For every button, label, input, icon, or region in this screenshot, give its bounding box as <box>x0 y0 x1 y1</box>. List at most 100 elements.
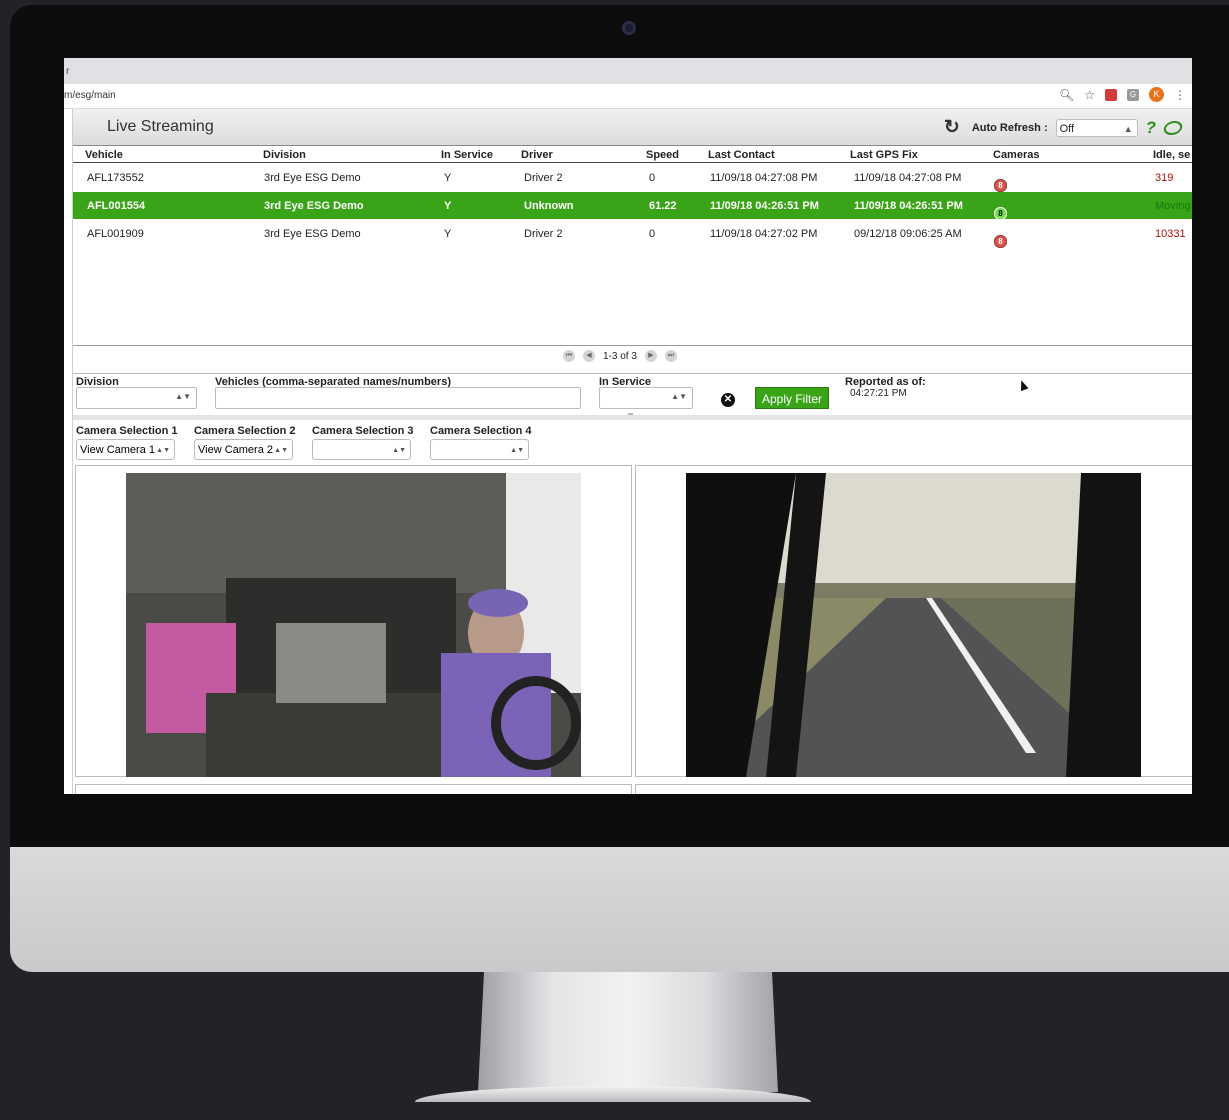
division-select[interactable]: ▲▼ <box>76 387 197 409</box>
app-header: Live Streaming ↻ Auto Refresh : Off ▲ ? <box>73 109 1192 146</box>
pager-label: 1-3 of 3 <box>603 350 637 362</box>
auto-refresh-select[interactable]: Off ▲ <box>1055 118 1138 137</box>
browser-tab-bar: r <box>64 58 1192 84</box>
cell-division: 3rd Eye ESG Demo <box>264 228 361 240</box>
column-header[interactable]: In Service <box>441 149 493 161</box>
cell-speed: 0 <box>649 228 656 240</box>
camera-selection-label: Camera Selection 1 <box>76 425 178 437</box>
profile-avatar[interactable]: K <box>1149 87 1164 102</box>
camera-panel-3 <box>75 784 632 794</box>
last-page-icon[interactable]: ⏭ <box>664 350 677 362</box>
camera-panel-2 <box>635 465 1192 777</box>
cell-speed: 61.22 <box>649 200 677 212</box>
camera-select-value: View Camera 1 <box>80 444 155 456</box>
camera-status-icon[interactable]: 8 <box>994 179 1007 192</box>
cell-idle: 319 <box>1155 172 1174 184</box>
camera-status-icon[interactable]: 8 <box>994 207 1007 220</box>
cell-last-contact: 11/09/18 04:27:08 PM <box>710 172 818 184</box>
select-arrows-icon: ▲▼ <box>156 447 170 454</box>
splitter-grip-icon[interactable]: ═ <box>628 411 633 418</box>
chat-icon[interactable] <box>1162 120 1184 135</box>
cell-speed: 0 <box>649 172 656 184</box>
camera-selection-4: Camera Selection 4 ▲▼ <box>430 425 532 460</box>
column-header[interactable]: Idle, se <box>1153 149 1190 161</box>
cell-last-contact: 11/09/18 04:26:51 PM <box>710 200 819 212</box>
star-icon[interactable]: ☆ <box>1084 88 1095 102</box>
cell-division: 3rd Eye ESG Demo <box>264 172 361 184</box>
column-header[interactable]: Last Contact <box>708 149 775 161</box>
cell-driver: Driver 2 <box>524 228 563 240</box>
apply-filter-button[interactable]: Apply Filter <box>755 387 829 409</box>
camera-selection-label: Camera Selection 3 <box>312 425 414 437</box>
camera-select[interactable]: View Camera 1 ▲▼ <box>76 439 175 460</box>
in-service-select[interactable]: ▲▼ <box>599 387 693 409</box>
column-header[interactable]: Division <box>263 149 306 161</box>
monitor-stand <box>478 972 778 1092</box>
help-icon[interactable]: ? <box>1146 118 1156 138</box>
camera-select-value: View Camera 2 <box>198 444 273 456</box>
zoom-icon[interactable]: 🔍︎ <box>1059 88 1074 102</box>
camera-selection-1: Camera Selection 1 View Camera 1 ▲▼ <box>76 425 178 460</box>
camera-selection-2: Camera Selection 2 View Camera 2 ▲▼ <box>194 425 296 460</box>
cell-driver: Driver 2 <box>524 172 563 184</box>
camera-status-icon[interactable]: 8 <box>994 235 1007 248</box>
first-page-icon[interactable]: ⏮ <box>563 350 575 362</box>
auto-refresh-label: Auto Refresh : <box>971 121 1048 134</box>
camera-panel-1 <box>75 465 632 777</box>
cell-vehicle: AFL173552 <box>87 172 144 184</box>
monitor-chin <box>10 847 1229 972</box>
vehicles-input[interactable] <box>215 387 581 409</box>
camera-panel-4 <box>635 784 1192 794</box>
cell-in-service: Y <box>444 172 452 184</box>
auto-refresh-value: Off <box>1059 122 1075 135</box>
clear-filter-icon[interactable]: ✕ <box>721 393 735 407</box>
camera-selection-label: Camera Selection 2 <box>194 425 296 437</box>
select-arrows-icon: ▲▼ <box>175 392 191 401</box>
cell-last-gps: 09/12/18 09:06:25 AM <box>854 228 962 240</box>
column-header[interactable]: Speed <box>646 149 679 161</box>
url-text[interactable]: m/esg/main <box>64 90 116 101</box>
camera-select[interactable]: ▲▼ <box>312 439 411 460</box>
camera-select[interactable]: View Camera 2 ▲▼ <box>194 439 293 460</box>
cell-vehicle: AFL001554 <box>87 200 146 212</box>
select-arrows-icon: ▲▼ <box>392 447 406 454</box>
cell-in-service: Y <box>444 200 452 212</box>
cell-division: 3rd Eye ESG Demo <box>264 200 364 212</box>
cell-vehicle: AFL001909 <box>87 228 144 240</box>
next-page-icon[interactable]: ▶ <box>644 350 657 362</box>
table-divider <box>73 345 1192 346</box>
refresh-icon[interactable]: ↻ <box>944 116 960 139</box>
address-bar[interactable]: m/esg/main 🔍︎ ☆ G K ⋮ <box>64 84 1192 109</box>
reported-time: 04:27:21 PM <box>850 388 907 399</box>
column-header[interactable]: Driver <box>521 149 553 161</box>
cell-driver: Unknown <box>524 200 574 212</box>
camera-select[interactable]: ▲▼ <box>430 439 529 460</box>
more-menu-icon[interactable]: ⋮ <box>1174 88 1186 102</box>
column-header[interactable]: Cameras <box>993 149 1039 161</box>
select-arrows-icon: ▲▼ <box>510 447 524 454</box>
extension-red-icon[interactable] <box>1105 88 1117 101</box>
camera-feed-2 <box>686 473 1141 777</box>
camera-feed-1 <box>126 473 581 777</box>
select-arrows-icon: ▲▼ <box>274 447 288 454</box>
header-controls: ↻ Auto Refresh : Off ▲ ? <box>944 116 1184 139</box>
table-row[interactable]: AFL173552 3rd Eye ESG Demo Y Driver 2 0 11/09… <box>73 164 1192 192</box>
screen: r m/esg/main 🔍︎ ☆ G K ⋮ Live Streaming ↻… <box>64 58 1192 794</box>
cell-last-contact: 11/09/18 04:27:02 PM <box>710 228 818 240</box>
column-header[interactable]: Last GPS Fix <box>850 149 918 161</box>
select-arrows-icon: ▲ <box>1123 123 1133 134</box>
browser-actions: 🔍︎ ☆ G K ⋮ <box>1059 87 1186 102</box>
camera-selection-3: Camera Selection 3 ▲▼ <box>312 425 414 460</box>
table-row[interactable]: AFL001554 3rd Eye ESG Demo Y Unknown 61.22 11… <box>73 192 1192 220</box>
page-title: Live Streaming <box>107 118 214 135</box>
cell-last-gps: 11/09/18 04:27:08 PM <box>854 172 962 184</box>
cell-idle: Moving <box>1155 200 1191 212</box>
column-header[interactable]: Vehicle <box>85 149 123 161</box>
table-header: Vehicle Division In Service Driver Speed Last… <box>73 146 1192 163</box>
prev-page-icon[interactable]: ◀ <box>583 350 595 362</box>
cell-in-service: Y <box>444 228 452 240</box>
extension-g-icon[interactable]: G <box>1127 88 1139 101</box>
app-root: Live Streaming ↻ Auto Refresh : Off ▲ ? … <box>72 109 1192 794</box>
select-arrows-icon: ▲▼ <box>671 392 687 401</box>
table-row[interactable]: AFL001909 3rd Eye ESG Demo Y Driver 2 0 11/09… <box>73 220 1192 248</box>
